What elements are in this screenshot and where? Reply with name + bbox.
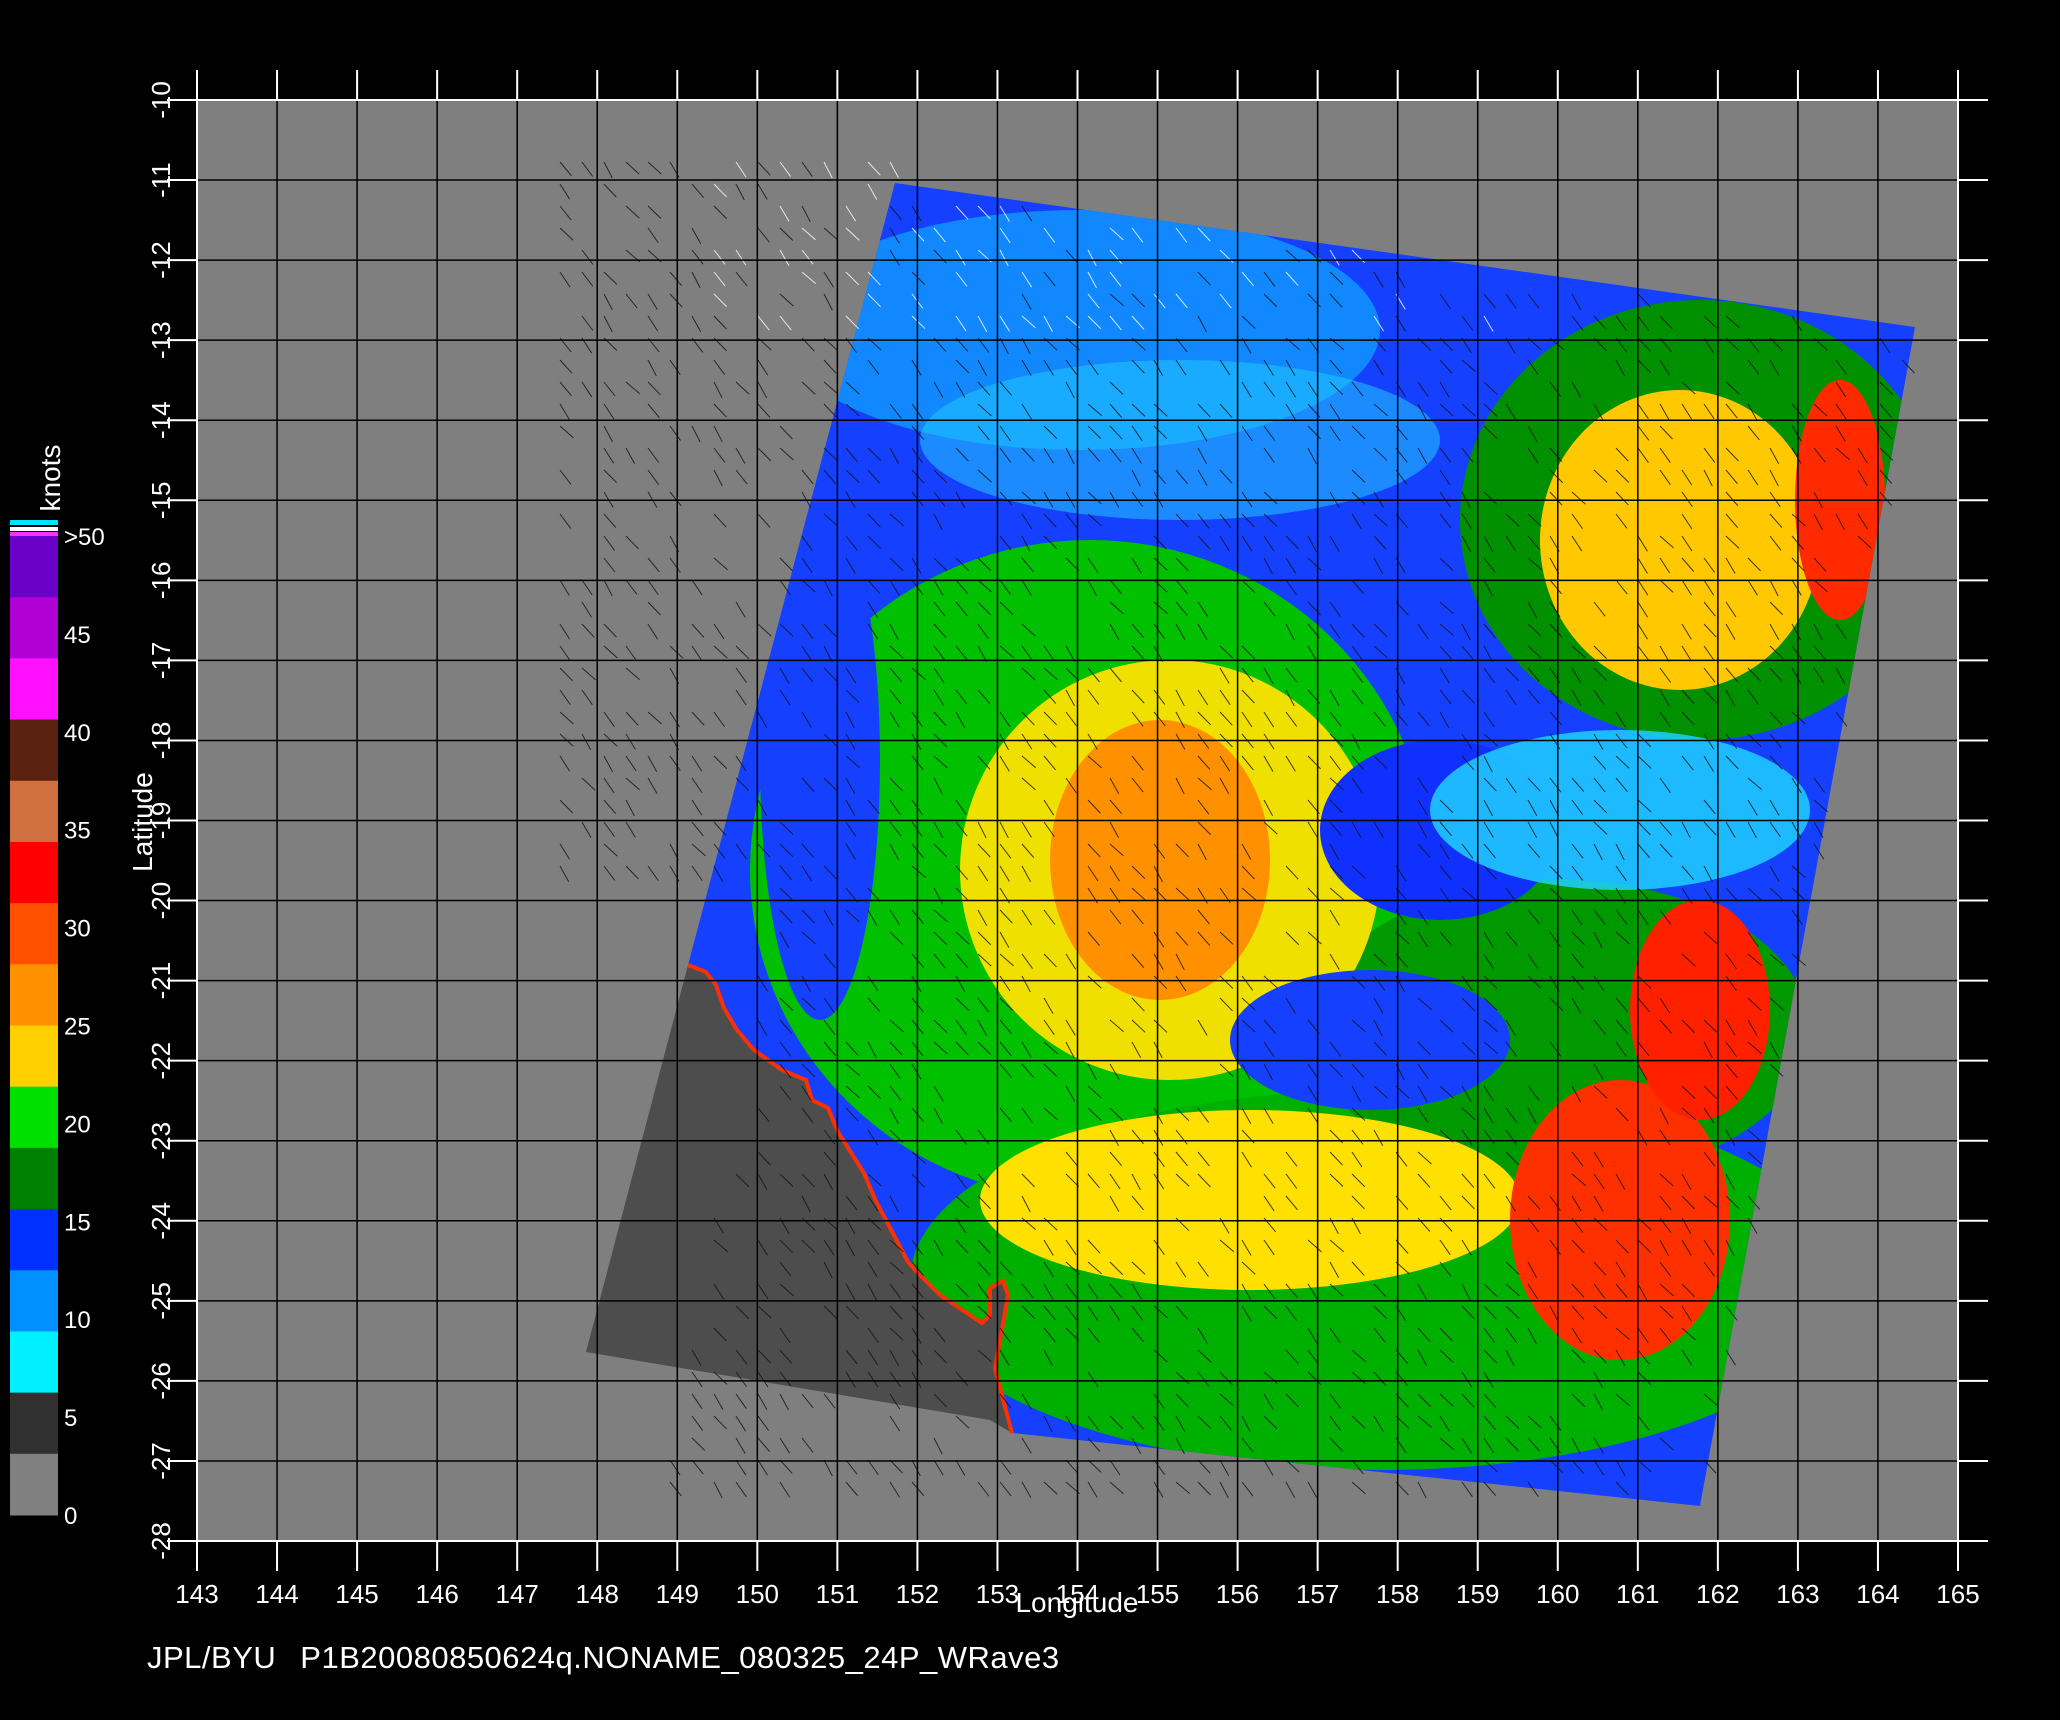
lat-tick-label: -27: [146, 1442, 176, 1480]
y-axis-label: Latitude: [127, 772, 158, 872]
wind-speed-colorbar: >50 45 40 35 30 25 20 15 10 5 0: [10, 520, 105, 1530]
colorbar-segment: [10, 1209, 58, 1271]
lat-tick-label: -12: [146, 241, 176, 279]
lat-tick-label: -17: [146, 642, 176, 680]
lon-tick-label: 153: [976, 1579, 1019, 1609]
lat-tick-label: -15: [146, 481, 176, 519]
lat-tick-label: -20: [146, 882, 176, 920]
lon-tick-label: 163: [1776, 1579, 1819, 1609]
lat-tick-label: -25: [146, 1282, 176, 1320]
lat-tick-label: -18: [146, 722, 176, 760]
colorbar-segment: [10, 1453, 58, 1516]
colorbar-top-stripe: [10, 520, 58, 525]
lon-tick-label: 147: [495, 1579, 538, 1609]
lon-tick-label: 150: [736, 1579, 779, 1609]
lon-tick-label: 160: [1536, 1579, 1579, 1609]
colorbar-segment: [10, 1392, 58, 1455]
lon-tick-label: 155: [1136, 1579, 1179, 1609]
footer-source: JPL/BYU: [147, 1640, 277, 1675]
colorbar-unit-label: knots: [35, 445, 66, 512]
footer-caption: JPL/BYU P1B20080850624q.NONAME_080325_24P…: [147, 1640, 1060, 1676]
colorbar-segment: [10, 719, 58, 782]
lat-tick-label: -28: [146, 1522, 176, 1560]
colorbar-segment: [10, 1086, 58, 1149]
colorbar-label: 15: [64, 1209, 91, 1236]
lon-tick-label: 144: [255, 1579, 298, 1609]
colorbar-label: 35: [64, 818, 91, 845]
colorbar-segment: [10, 1147, 58, 1210]
lat-tick-label: -23: [146, 1122, 176, 1160]
lon-tick-label: 156: [1216, 1579, 1259, 1609]
lat-tick-label: -13: [146, 321, 176, 359]
colorbar-segment: [10, 964, 58, 1026]
colorbar-segment: [10, 597, 58, 659]
wind-map: 143 144 145 146 147 148 149 150 151 152 153 154 155 1…: [10, 70, 1988, 1618]
lat-tick-label: -26: [146, 1362, 176, 1400]
lon-tick-label: 161: [1616, 1579, 1659, 1609]
colorbar-label: >50: [64, 524, 105, 551]
footer-filename: P1B20080850624q.NONAME_080325_24P_WRave3: [300, 1640, 1060, 1675]
lon-tick-label: 151: [816, 1579, 859, 1609]
colorbar-top-stripe: [10, 527, 58, 531]
lon-tick-label: 162: [1696, 1579, 1739, 1609]
lon-tick-label: 148: [576, 1579, 619, 1609]
colorbar-label: 45: [64, 622, 91, 649]
colorbar-label: 5: [64, 1405, 77, 1432]
x-axis-label: Longitude: [1015, 1587, 1138, 1618]
colorbar-label: 20: [64, 1111, 91, 1138]
lon-tick-label: 152: [896, 1579, 939, 1609]
colorbar-top-stripe: [10, 532, 58, 536]
lon-tick-label: 146: [415, 1579, 458, 1609]
colorbar-segment: [10, 841, 58, 904]
colorbar-segment: [10, 1270, 58, 1332]
lat-tick-label: -24: [146, 1202, 176, 1240]
colorbar-segment: [10, 780, 58, 843]
lat-tick-label: -22: [146, 1042, 176, 1080]
colorbar-segment: [10, 903, 58, 965]
lon-tick-label: 143: [175, 1579, 218, 1609]
lon-tick-label: 145: [335, 1579, 378, 1609]
lat-tick-label: -10: [146, 81, 176, 119]
lon-tick-label: 158: [1376, 1579, 1419, 1609]
lat-tick-label: -11: [146, 162, 176, 198]
lon-tick-label: 149: [656, 1579, 699, 1609]
lat-tick-label: -21: [146, 962, 176, 1000]
colorbar-label: 30: [64, 916, 91, 943]
lon-tick-label: 165: [1936, 1579, 1979, 1609]
colorbar-label: 0: [64, 1503, 77, 1530]
lon-tick-label: 159: [1456, 1579, 1499, 1609]
colorbar-segment: [10, 1331, 58, 1394]
colorbar-label: 10: [64, 1307, 91, 1334]
colorbar-label: 25: [64, 1014, 91, 1041]
wind-map-figure: 143 144 145 146 147 148 149 150 151 152 153 154 155 1…: [0, 0, 2060, 1720]
colorbar-label: 40: [64, 720, 91, 747]
colorbar-segment: [10, 536, 58, 598]
colorbar-segment: [10, 1025, 58, 1088]
lon-tick-label: 164: [1856, 1579, 1899, 1609]
lat-tick-label: -14: [146, 401, 176, 439]
lon-tick-label: 157: [1296, 1579, 1339, 1609]
colorbar-segment: [10, 658, 58, 721]
lat-tick-label: -16: [146, 562, 176, 600]
